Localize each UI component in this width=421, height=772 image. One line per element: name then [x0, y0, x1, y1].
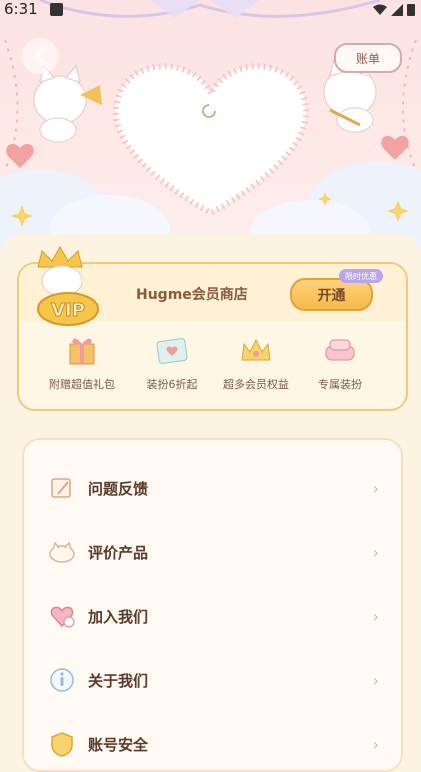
status-icons: [373, 3, 415, 16]
benefit-label: 专属装扮: [318, 378, 362, 391]
menu-label: 评价产品: [88, 543, 149, 562]
chevron-right-icon: ›: [372, 606, 379, 626]
back-button[interactable]: [22, 38, 58, 74]
vip-mascot-badge: VIP: [37, 245, 99, 326]
feedback-icon: [51, 478, 71, 498]
join-icon: [50, 606, 75, 628]
sofa-icon: [325, 339, 355, 361]
menu-label: 问题反馈: [88, 479, 149, 498]
benefit-label: 附赠超值礼包: [49, 378, 115, 391]
benefit-decor-discount[interactable]: 装扮6折起: [127, 334, 217, 404]
decor-card-icon: [156, 338, 188, 364]
wifi-icon: [373, 4, 387, 15]
status-time: 6:31: [4, 0, 38, 18]
signal-icon: [391, 3, 403, 16]
chevron-left-icon: [34, 47, 45, 65]
benefit-label: 装扮6折起: [146, 378, 198, 391]
info-icon: [50, 668, 74, 692]
gift-box-icon: [69, 338, 95, 365]
menu-item-account-security[interactable]: 账号安全 ›: [24, 724, 401, 764]
menu-card: 问题反馈 › 评价产品 › 加入我们 › 关于我们 › 账号安全 ›: [22, 438, 403, 772]
menu-label: 账号安全: [88, 735, 149, 754]
menu-item-rate[interactable]: 评价产品 ›: [24, 532, 401, 572]
benefit-member-rights[interactable]: 超多会员权益: [211, 334, 301, 404]
rate-icon: [49, 541, 75, 563]
vip-title: Hugme会员商店: [136, 287, 248, 303]
menu-item-join[interactable]: 加入我们 ›: [24, 596, 401, 636]
heart-frame: [112, 63, 310, 215]
menu-label: 关于我们: [88, 671, 149, 690]
shield-icon: [51, 732, 73, 757]
menu-item-about[interactable]: 关于我们 ›: [24, 660, 401, 700]
chevron-right-icon: ›: [372, 734, 379, 754]
chevron-right-icon: ›: [372, 542, 379, 562]
battery-icon: [407, 4, 415, 16]
vip-badge-text: VIP: [51, 300, 85, 321]
bill-button[interactable]: 账单: [334, 43, 402, 73]
hero-banner: [0, 0, 421, 262]
crown-icon: [241, 338, 271, 361]
status-bar: 6:31: [0, 0, 421, 22]
menu-label: 加入我们: [88, 607, 149, 626]
menu-item-feedback[interactable]: 问题反馈 ›: [24, 468, 401, 508]
loading-spinner-icon: [202, 104, 216, 118]
limited-offer-badge: 限时优惠: [339, 269, 383, 283]
chevron-right-icon: ›: [372, 478, 379, 498]
benefit-exclusive-decor[interactable]: 专属装扮: [295, 334, 385, 404]
benefit-label: 超多会员权益: [223, 378, 289, 391]
chevron-right-icon: ›: [372, 670, 379, 690]
app-notification-icon: [50, 3, 63, 16]
benefit-gift[interactable]: 附赠超值礼包: [37, 334, 127, 404]
